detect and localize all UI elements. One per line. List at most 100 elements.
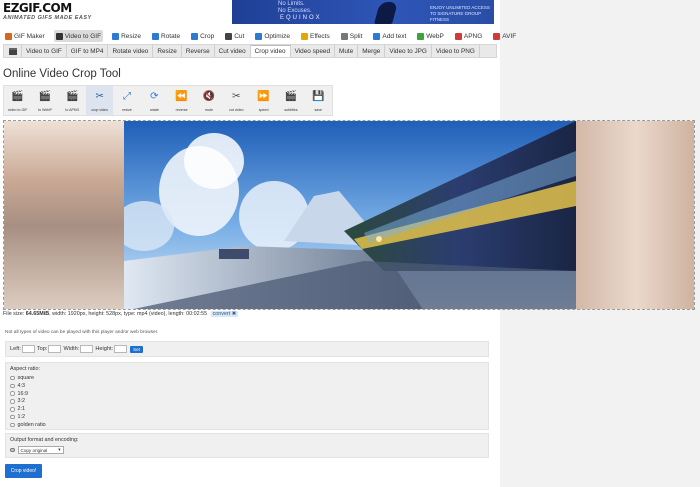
nav-item-webp[interactable]: WebP — [415, 30, 446, 42]
nav-item-avif[interactable]: AVIF — [491, 30, 518, 42]
aspect-radio[interactable] — [10, 383, 15, 389]
nav-icon — [300, 32, 308, 40]
aspect-option[interactable]: 3:2 — [10, 398, 484, 406]
tool-subtitles[interactable]: 🎬 subtitles — [277, 86, 304, 115]
aspect-heading: Aspect ratio: — [10, 366, 40, 372]
tab-video-to-gif[interactable]: Video to GIF — [22, 45, 67, 57]
nav-item-optimize[interactable]: Optimize — [253, 30, 292, 42]
logo-text: EZGIF.COM — [3, 1, 72, 15]
height-input[interactable] — [114, 345, 128, 353]
tool-strip: 🎬 video to GIF 🎬 to WebP 🎬 to APNG ✂ crop video… — [3, 85, 333, 116]
aspect-radio[interactable] — [10, 391, 15, 396]
ad-figure — [374, 2, 398, 24]
tool-label: speed — [258, 108, 269, 112]
tool-label: video to GIF — [7, 108, 28, 112]
page-title: Online Video Crop Tool — [3, 68, 121, 80]
aspect-option[interactable]: 4:3 — [10, 382, 484, 390]
aspect-option[interactable]: 16:9 — [10, 390, 484, 398]
nav-icon — [225, 32, 233, 40]
aspect-option-label: square — [17, 375, 34, 382]
aspect-radio[interactable] — [10, 399, 15, 404]
tool-label: to WebP — [38, 108, 52, 112]
top-input[interactable] — [48, 345, 62, 353]
nav-item-rotate[interactable]: Rotate — [150, 30, 182, 42]
tool-crop-video[interactable]: ✂ crop video — [85, 86, 114, 115]
nav-item-split[interactable]: Split — [339, 30, 365, 42]
nav-item-effects[interactable]: Effects — [299, 30, 332, 42]
tool-cut-video[interactable]: ✂ cut video — [223, 86, 250, 115]
tab-rotate-video[interactable]: Rotate video — [108, 45, 154, 57]
chevron-down-icon: ▾ — [58, 447, 61, 452]
tool-video-to-gif[interactable]: 🎬 video to GIF — [4, 86, 31, 115]
tab-merge[interactable]: Merge — [358, 45, 386, 57]
crop-video-icon: ✂ — [95, 90, 104, 102]
aspect-option[interactable]: square — [10, 374, 484, 382]
tab-gif-to-mp4[interactable]: GIF to MP4 — [67, 45, 109, 57]
ad-banner[interactable]: No Limits. No Excuses. EQUINOX ENJOY UNL… — [232, 0, 494, 24]
video-preview[interactable] — [3, 120, 695, 310]
nav-item-label: Resize — [121, 32, 141, 40]
aspect-radio[interactable] — [10, 414, 15, 420]
ad-line-2: No Excuses. — [278, 8, 312, 14]
save-icon: 💾 — [312, 90, 325, 102]
output-format-select[interactable]: Copy original ▾ — [17, 446, 64, 454]
nav-item-add-text[interactable]: Add text — [371, 30, 408, 42]
nav-item-resize[interactable]: Resize — [110, 30, 143, 42]
aspect-option[interactable]: 1:2 — [10, 413, 484, 421]
nav-icon — [493, 32, 501, 40]
player-note: Not all types of video can be played wit… — [5, 330, 159, 335]
ad-line-1: No Limits. — [278, 1, 305, 7]
aspect-radio[interactable] — [10, 422, 15, 428]
nav-icon — [255, 32, 263, 40]
tab-crop-video[interactable]: Crop video — [250, 45, 291, 57]
nav-item-apng[interactable]: APNG — [453, 30, 484, 42]
output-radio[interactable] — [10, 447, 15, 453]
sub-nav-home[interactable] — [4, 45, 22, 57]
tool-rotate[interactable]: ⟳ rotate — [141, 86, 168, 115]
convert-link[interactable]: convert ✖ — [210, 311, 239, 317]
nav-item-crop[interactable]: Crop — [189, 30, 216, 42]
set-button[interactable]: Set — [130, 345, 143, 353]
aspect-radio[interactable] — [10, 407, 15, 412]
nav-item-label: Cut — [234, 32, 245, 40]
width-input[interactable] — [80, 345, 94, 353]
video-to-gif-icon: 🎬 — [11, 90, 24, 102]
aspect-radio[interactable] — [10, 375, 15, 381]
mute-icon: 🔇 — [202, 90, 216, 102]
nav-item-cut[interactable]: Cut — [223, 30, 246, 42]
nav-item-video-to-gif[interactable]: Video to GIF — [53, 30, 104, 42]
nav-item-gif-maker[interactable]: GIF Maker — [3, 30, 47, 42]
tool-to-apng[interactable]: 🎬 to APNG — [59, 86, 86, 115]
nav-item-label: Effects — [309, 32, 330, 40]
nav-icon — [373, 32, 381, 40]
file-size-label: File size: — [3, 311, 25, 317]
tab-video-to-jpg[interactable]: Video to JPG — [385, 45, 432, 57]
tab-video-to-png[interactable]: Video to PNG — [432, 45, 480, 57]
left-input[interactable] — [21, 345, 35, 353]
nav-item-label: Split — [349, 32, 363, 40]
tool-mute[interactable]: 🔇 mute — [195, 86, 222, 115]
aspect-option[interactable]: 2:1 — [10, 405, 484, 413]
logo-tagline: ANIMATED GIFS MADE EASY — [3, 15, 92, 21]
tool-save[interactable]: 💾 save — [305, 86, 332, 115]
tab-mute[interactable]: Mute — [335, 45, 359, 57]
tab-cut-video[interactable]: Cut video — [215, 45, 251, 57]
site-logo[interactable]: EZGIF.COM ANIMATED GIFS MADE EASY — [3, 2, 93, 24]
file-details: , width: 1920px, height: 528px, type: mp… — [49, 311, 208, 317]
tab-resize[interactable]: Resize — [153, 45, 182, 57]
tool-speed[interactable]: ⏩ speed — [250, 86, 277, 115]
resize-icon: ⤢ — [122, 90, 131, 102]
tab-video-speed[interactable]: Video speed — [291, 45, 335, 57]
video-frame — [124, 121, 576, 309]
nav-item-label: Crop — [200, 32, 215, 40]
tab-reverse[interactable]: Reverse — [182, 45, 215, 57]
reverse-icon: ⏪ — [175, 90, 188, 102]
left-label: Left: — [10, 346, 21, 352]
tool-to-webp[interactable]: 🎬 to WebP — [31, 86, 58, 115]
tool-reverse[interactable]: ⏪ reverse — [168, 86, 195, 115]
aspect-option-label: golden ratio — [17, 421, 46, 428]
crop-video-button[interactable]: Crop video! — [5, 464, 42, 478]
speed-icon: ⏩ — [257, 90, 270, 102]
aspect-option[interactable]: golden ratio — [10, 421, 484, 429]
tool-resize[interactable]: ⤢ resize — [113, 86, 140, 115]
